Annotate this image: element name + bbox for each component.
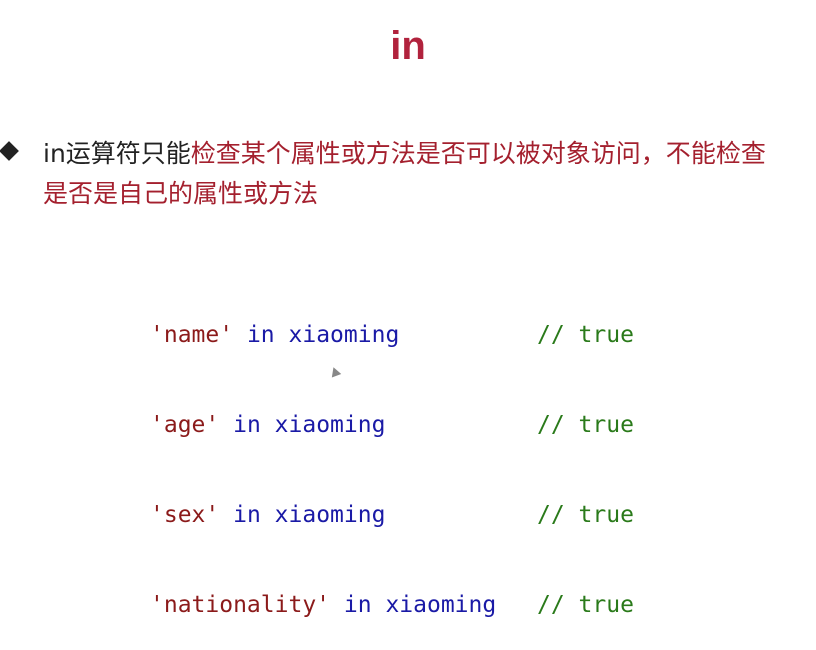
bullet-text: in运算符只能检查某个属性或方法是否可以被对象访问，不能检查是否是自己的属性或方… (43, 134, 773, 214)
code-block: 'name' in xiaoming // true 'age' in xiaom… (150, 260, 634, 650)
code-identifier: xiaoming (274, 412, 386, 438)
code-comment: // true (537, 322, 634, 348)
code-keyword: in (343, 592, 372, 618)
code-identifier: xiaoming (288, 322, 400, 348)
code-keyword: in (246, 322, 275, 348)
code-comment: // true (537, 592, 634, 618)
code-string: 'age' (150, 412, 220, 438)
code-string: 'nationality' (150, 592, 331, 618)
diamond-bullet-icon (0, 141, 19, 161)
code-line-sex: 'sex' in xiaoming // true (150, 500, 634, 530)
code-line-age: 'age' in xiaoming // true (150, 410, 634, 440)
code-keyword: in (233, 502, 261, 528)
slide-title: in (390, 24, 426, 68)
code-identifier: xiaoming (385, 592, 497, 618)
code-keyword: in (233, 412, 261, 438)
bullet-text-highlight-1: 检查某个属性或方法是否可以被对象访问，不 (190, 139, 691, 168)
code-comment: // true (537, 502, 634, 528)
code-string: 'sex' (150, 502, 220, 528)
bullet-text-prefix: in运算符只能 (43, 139, 191, 168)
code-comment: // true (537, 412, 634, 438)
code-line-nationality: 'nationality' in xiaoming // true (150, 590, 634, 620)
code-identifier: xiaoming (274, 502, 386, 528)
code-line-name: 'name' in xiaoming // true (150, 320, 634, 350)
code-string: 'name' (150, 322, 234, 348)
